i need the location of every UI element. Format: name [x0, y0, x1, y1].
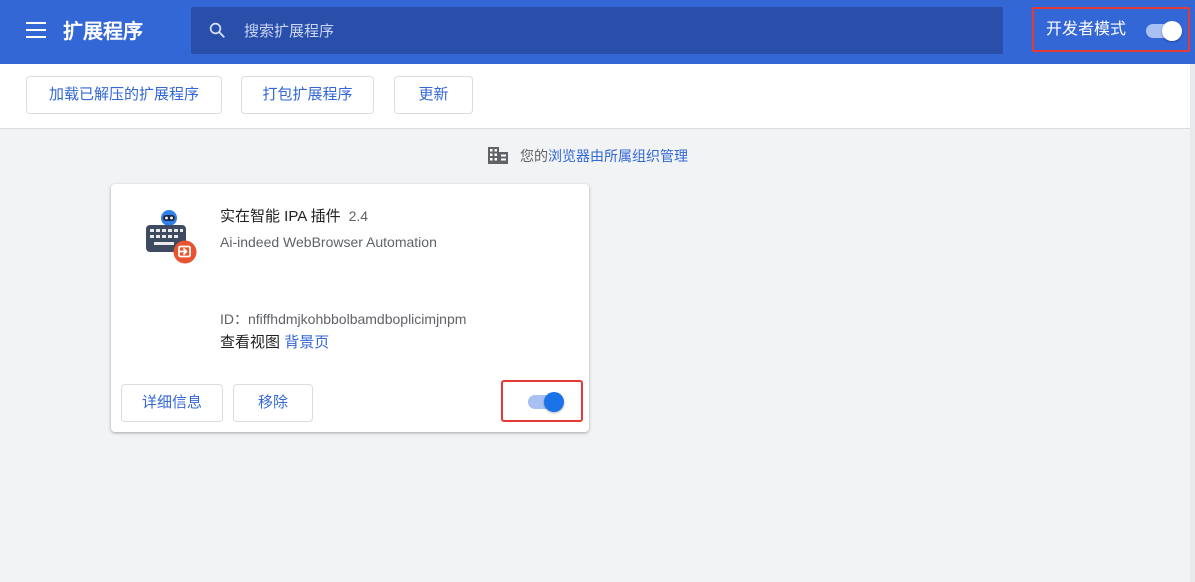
- toggle-knob: [1162, 21, 1182, 41]
- extension-name-line: 实在智能 IPA 插件 2.4: [220, 205, 368, 228]
- extension-version: 2.4: [348, 208, 369, 224]
- extension-description: Ai-indeed WebBrowser Automation: [220, 234, 437, 250]
- developer-mode-toggle[interactable]: [1146, 21, 1182, 41]
- search-input[interactable]: [244, 19, 944, 43]
- inspect-views-label: 查看视图: [220, 334, 281, 351]
- scrollbar[interactable]: [1190, 64, 1195, 582]
- inspect-views: 查看视图 背景页: [220, 332, 329, 354]
- load-unpacked-button[interactable]: 加载已解压的扩展程序: [26, 76, 222, 114]
- managed-policy-link[interactable]: 浏览器由所属组织管理: [548, 148, 688, 164]
- toggle-knob: [544, 392, 564, 412]
- managed-notice-text: 您的浏览器由所属组织管理: [520, 145, 688, 167]
- building-icon: [488, 147, 508, 164]
- extension-enable-toggle[interactable]: [528, 392, 564, 412]
- managed-prefix: 您的: [520, 148, 548, 164]
- pack-extension-button[interactable]: 打包扩展程序: [241, 76, 374, 114]
- hamburger-menu-icon[interactable]: [26, 22, 46, 40]
- developer-mode-highlight: 开发者模式: [1032, 7, 1190, 52]
- extension-card: 实在智能 IPA 插件 2.4 Ai-indeed WebBrowser Auto…: [111, 184, 589, 432]
- extensions-header: 扩展程序 开发者模式: [0, 0, 1195, 64]
- developer-toolbar: 加载已解压的扩展程序 打包扩展程序 更新: [0, 64, 1195, 129]
- search-icon: [209, 22, 225, 38]
- extension-toggle-highlight: [501, 380, 583, 422]
- ipa-robot-keyboard-icon: [146, 210, 197, 264]
- search-bar[interactable]: [191, 7, 1003, 54]
- remove-button[interactable]: 移除: [233, 384, 313, 422]
- update-button[interactable]: 更新: [394, 76, 473, 114]
- developer-mode-label: 开发者模式: [1046, 21, 1127, 38]
- details-button[interactable]: 详细信息: [121, 384, 223, 422]
- background-page-link[interactable]: 背景页: [284, 334, 329, 351]
- page-title: 扩展程序: [63, 21, 143, 43]
- extension-name: 实在智能 IPA 插件: [220, 208, 341, 225]
- extension-id: ID：nfiffhdmjkohbbolbamdboplicimjnpm: [220, 311, 467, 327]
